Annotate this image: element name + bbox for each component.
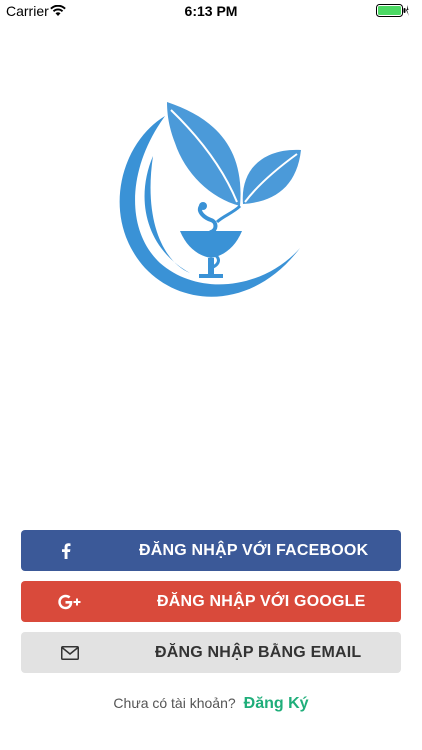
signup-link[interactable]: Đăng Ký xyxy=(244,695,309,712)
status-time: 6:13 PM xyxy=(184,3,238,19)
email-login-button[interactable]: ĐĂNG NHẬP BẰNG EMAIL xyxy=(21,632,401,673)
battery-icon xyxy=(376,4,410,20)
app-logo xyxy=(105,98,315,308)
signup-row: Chưa có tài khoản? Đăng Ký xyxy=(0,695,422,717)
facebook-login-label: ĐĂNG NHẬP VỚI FACEBOOK xyxy=(139,542,369,559)
google-plus-icon xyxy=(58,581,82,622)
email-login-label: ĐĂNG NHẬP BẰNG EMAIL xyxy=(155,644,362,661)
google-login-button[interactable]: ĐĂNG NHẬP VỚI GOOGLE xyxy=(21,581,401,622)
google-login-label: ĐĂNG NHẬP VỚI GOOGLE xyxy=(157,593,366,610)
facebook-icon xyxy=(61,530,71,571)
facebook-login-button[interactable]: ĐĂNG NHẬP VỚI FACEBOOK xyxy=(21,530,401,571)
signup-question: Chưa có tài khoản? xyxy=(113,695,236,711)
status-bar: Carrier 6:13 PM xyxy=(0,0,422,22)
mail-icon xyxy=(61,632,79,673)
